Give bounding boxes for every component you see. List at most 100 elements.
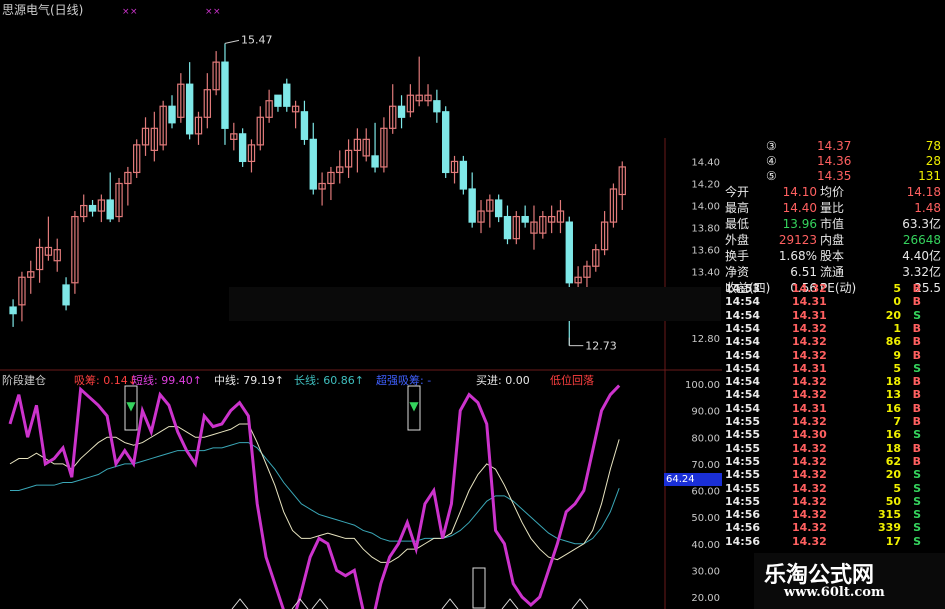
indicator-header-item: 低位回落: [550, 374, 594, 387]
candle: [380, 117, 388, 173]
tick-price: 14.30: [792, 428, 827, 442]
tick-direction: B: [912, 415, 921, 428]
indicator-tick: 50.00: [691, 513, 720, 524]
stat-value: 3.32亿: [902, 265, 941, 279]
candle: [194, 111, 203, 145]
stat-value: 14.10: [782, 185, 817, 199]
ask-volume: 131: [918, 169, 941, 183]
candle: [415, 56, 423, 107]
candle: [88, 200, 97, 217]
tick-volume: 5: [893, 282, 901, 295]
tick-row: 14:53 14.32 5 B: [722, 282, 945, 295]
candle: [80, 194, 88, 223]
tick-row: 14:54 14.32 86 B: [722, 335, 945, 348]
signal-mark: ×: [213, 7, 221, 17]
tick-price: 14.32: [792, 348, 827, 362]
candle: [256, 106, 264, 151]
candle: [327, 166, 335, 201]
tick-time: 14:54: [725, 308, 761, 322]
indicator-header-item: 长线: 60.86↑: [294, 374, 364, 387]
redaction-bar: [229, 287, 721, 321]
tick-row: 14:56 14.32 339 S: [722, 521, 945, 534]
tick-price: 14.32: [792, 468, 827, 482]
tick-price: 14.32: [792, 521, 827, 535]
candle-body: [309, 138, 317, 190]
bottom-mark: [501, 598, 519, 609]
tick-direction: S: [913, 308, 921, 322]
candle: [221, 43, 229, 145]
tick-time: 14:55: [725, 494, 761, 508]
candle-body: [442, 111, 450, 174]
candle: [600, 211, 609, 256]
ask-volume: 78: [925, 139, 941, 153]
indicator-header-item: 吸筹: 0.14↓: [74, 374, 137, 387]
indicator-header-item: 阶段建仓: [2, 374, 46, 387]
candle: [530, 205, 538, 250]
tick-row: 14:56 14.32 17 S: [722, 535, 945, 548]
stat-row: 换手 1.68% 股本 4.40亿: [722, 248, 945, 264]
tick-time: 14:54: [725, 335, 761, 349]
candle-body: [468, 188, 476, 223]
tick-row: 14:55 14.32 7 B: [722, 415, 945, 428]
candle: [71, 211, 79, 294]
tick-row: 14:54 14.32 1 B: [722, 322, 945, 335]
tick-volume: 62: [885, 454, 901, 468]
watermark-url[interactable]: www.60lt.com: [784, 585, 885, 600]
candle-body: [274, 94, 282, 107]
tick-direction: B: [912, 321, 921, 335]
ask-row: ⑤ 14.35 131: [722, 168, 945, 184]
candle: [115, 177, 123, 223]
tick-row: 14:54 14.31 5 S: [722, 362, 945, 375]
candle: [265, 89, 273, 123]
ask-level: ④: [766, 154, 777, 168]
indicator-level-marker: 64.24: [664, 473, 724, 487]
tick-volume: 5: [893, 361, 901, 375]
tick-time: 14:55: [725, 481, 761, 495]
stat-label: 流通: [820, 265, 845, 279]
candle-body: [521, 215, 529, 223]
candle: [97, 194, 106, 223]
bottom-mark: [311, 598, 329, 609]
tick-price: 14.32: [792, 534, 827, 548]
tick-time: 14:55: [725, 468, 761, 482]
down-arrow-icon: ▼: [409, 399, 419, 413]
tick-time: 14:54: [725, 321, 761, 335]
candle-body: [88, 204, 97, 212]
candle: [547, 205, 556, 234]
candle: [512, 211, 521, 245]
tick-volume: 18: [885, 375, 901, 389]
tick-volume: 9: [893, 348, 901, 362]
indicator-tick: 20.00: [691, 593, 720, 604]
tick-time: 14:56: [725, 508, 761, 522]
candle: [424, 84, 432, 107]
stat-label: 量比: [820, 201, 845, 215]
candle: [592, 244, 600, 272]
candle: [106, 172, 114, 223]
candle-body: [168, 105, 176, 124]
signal-mark: ×: [122, 7, 130, 17]
tick-price: 14.32: [792, 335, 827, 349]
candle-body: [565, 221, 573, 284]
high-label: 15.47: [241, 33, 273, 46]
tick-price: 14.31: [792, 401, 827, 415]
tick-price: 14.31: [792, 361, 827, 375]
stat-value: 63.3亿: [902, 217, 941, 231]
candle: [9, 299, 17, 327]
tick-volume: 1: [893, 321, 901, 335]
tick-time: 14:55: [725, 454, 761, 468]
candle: [450, 155, 459, 184]
candle: [442, 106, 450, 178]
candle: [168, 95, 176, 129]
stat-value: 1.68%: [778, 249, 817, 263]
indicator-header-item: 买进: 0.00: [476, 374, 530, 387]
tick-price: 14.32: [792, 388, 827, 402]
stat-value: 6.51: [790, 265, 817, 279]
low-label: 12.73: [585, 340, 617, 353]
tick-price: 14.32: [792, 282, 827, 295]
ask-price: 14.35: [817, 169, 852, 183]
candle: [62, 277, 70, 311]
candle: [238, 128, 247, 167]
indicator-tick: 90.00: [691, 407, 720, 418]
tick-row: 14:55 14.30 16 S: [722, 428, 945, 441]
candle-body: [185, 83, 194, 135]
